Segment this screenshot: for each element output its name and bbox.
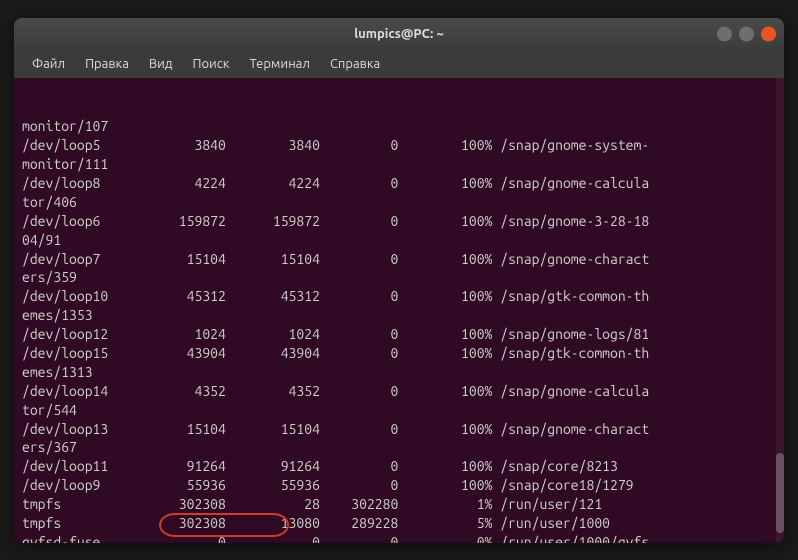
output-row: /dev/loop11 91264 91264 0 100% /snap/cor… [22, 457, 776, 476]
output-row: monitor/107 [22, 117, 776, 136]
menu-edit[interactable]: Правка [75, 53, 139, 75]
output-row: /dev/loop13 15104 15104 0 100% /snap/gno… [22, 420, 776, 439]
window-controls [717, 26, 776, 41]
terminal-viewport[interactable]: monitor/107/dev/loop5 3840 3840 0 100% /… [14, 78, 784, 543]
output-row: tor/406 [22, 193, 776, 212]
output-row: /dev/loop5 3840 3840 0 100% /snap/gnome-… [22, 136, 776, 155]
output-row: tor/544 [22, 401, 776, 420]
window-title: lumpics@PC: ~ [354, 27, 444, 41]
output-row: /dev/loop12 1024 1024 0 100% /snap/gnome… [22, 325, 776, 344]
output-row: ers/367 [22, 438, 776, 457]
output-row: /dev/loop8 4224 4224 0 100% /snap/gnome-… [22, 174, 776, 193]
output-row: /dev/loop6 159872 159872 0 100% /snap/gn… [22, 212, 776, 231]
output-row: 04/91 [22, 231, 776, 250]
output-row: /dev/loop15 43904 43904 0 100% /snap/gtk… [22, 344, 776, 363]
output-rows: monitor/107/dev/loop5 3840 3840 0 100% /… [22, 117, 776, 542]
output-row: /dev/loop14 4352 4352 0 100% /snap/gnome… [22, 382, 776, 401]
output-row: /dev/loop9 55936 55936 0 100% /snap/core… [22, 476, 776, 495]
menu-help[interactable]: Справка [320, 53, 390, 75]
output-row: /dev/loop7 15104 15104 0 100% /snap/gnom… [22, 250, 776, 269]
close-icon[interactable] [761, 26, 776, 41]
scrollbar-thumb[interactable] [776, 453, 784, 533]
menubar: Файл Правка Вид Поиск Терминал Справка [14, 50, 784, 78]
output-row: tmpfs 302308 28 302280 1% /run/user/121 [22, 495, 776, 514]
output-row: ers/359 [22, 268, 776, 287]
menu-view[interactable]: Вид [139, 53, 183, 75]
output-row: emes/1313 [22, 363, 776, 382]
output-row: monitor/111 [22, 155, 776, 174]
output-row: emes/1353 [22, 306, 776, 325]
output-row: tmpfs 302308 13080 289228 5% /run/user/1… [22, 514, 776, 533]
minimize-icon[interactable] [717, 26, 732, 41]
titlebar[interactable]: lumpics@PC: ~ [14, 18, 784, 50]
menu-terminal[interactable]: Терминал [239, 53, 319, 75]
terminal-window: lumpics@PC: ~ Файл Правка Вид Поиск Терм… [14, 18, 784, 543]
menu-search[interactable]: Поиск [182, 53, 239, 75]
output-row: /dev/loop10 45312 45312 0 100% /snap/gtk… [22, 287, 776, 306]
maximize-icon[interactable] [739, 26, 754, 41]
output-row: gvfsd-fuse 0 0 0 0% /run/user/1000/gvfs [22, 533, 776, 543]
menu-file[interactable]: Файл [22, 53, 75, 75]
scrollbar[interactable] [776, 78, 784, 543]
